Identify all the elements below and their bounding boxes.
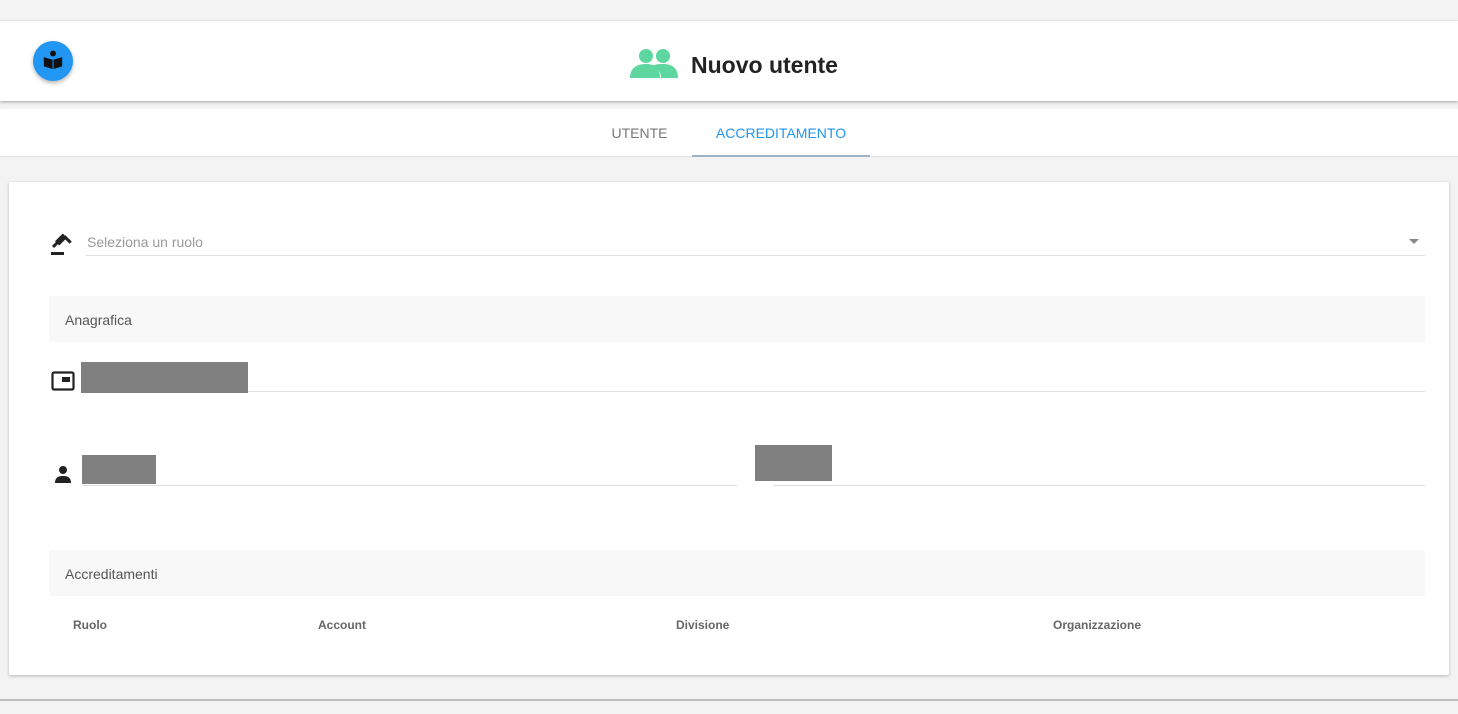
- group-icon: [630, 48, 678, 83]
- book-reader-icon: [42, 48, 64, 75]
- section-accreditamenti-title: Accreditamenti: [65, 566, 158, 582]
- id-card-icon: [51, 371, 75, 396]
- first-name-field[interactable]: [82, 455, 737, 486]
- form-card: Seleziona un ruolo Anagrafica Accreditam…: [9, 182, 1449, 675]
- column-header-divisione[interactable]: Divisione: [676, 618, 729, 632]
- page-title: Nuovo utente: [691, 52, 838, 78]
- person-icon: [53, 464, 73, 489]
- redacted-value: [755, 445, 832, 481]
- section-anagrafica: Anagrafica: [49, 296, 1425, 342]
- chevron-down-icon: [1409, 239, 1419, 244]
- redacted-value: [82, 455, 156, 484]
- section-accreditamenti: Accreditamenti: [49, 550, 1425, 596]
- tab-accreditamento[interactable]: ACCREDITAMENTO: [692, 109, 870, 157]
- divider: [0, 699, 1458, 701]
- last-name-field[interactable]: [773, 455, 1425, 486]
- section-anagrafica-title: Anagrafica: [65, 312, 132, 328]
- fiscal-code-field[interactable]: [81, 362, 1425, 392]
- tab-bar: UTENTE ACCREDITAMENTO: [0, 109, 1458, 157]
- tab-utente[interactable]: UTENTE: [588, 109, 691, 157]
- role-select[interactable]: Seleziona un ruolo: [86, 226, 1425, 256]
- role-select-placeholder: Seleziona un ruolo: [87, 234, 203, 250]
- column-header-ruolo[interactable]: Ruolo: [73, 618, 107, 632]
- app-header: Nuovo utente: [0, 21, 1458, 101]
- page-title-group: Nuovo utente: [630, 48, 838, 83]
- column-header-organizzazione[interactable]: Organizzazione: [1053, 618, 1141, 632]
- gavel-icon: [51, 232, 73, 261]
- column-header-account[interactable]: Account: [318, 618, 366, 632]
- app-menu-button[interactable]: [33, 41, 73, 81]
- redacted-value: [81, 362, 248, 393]
